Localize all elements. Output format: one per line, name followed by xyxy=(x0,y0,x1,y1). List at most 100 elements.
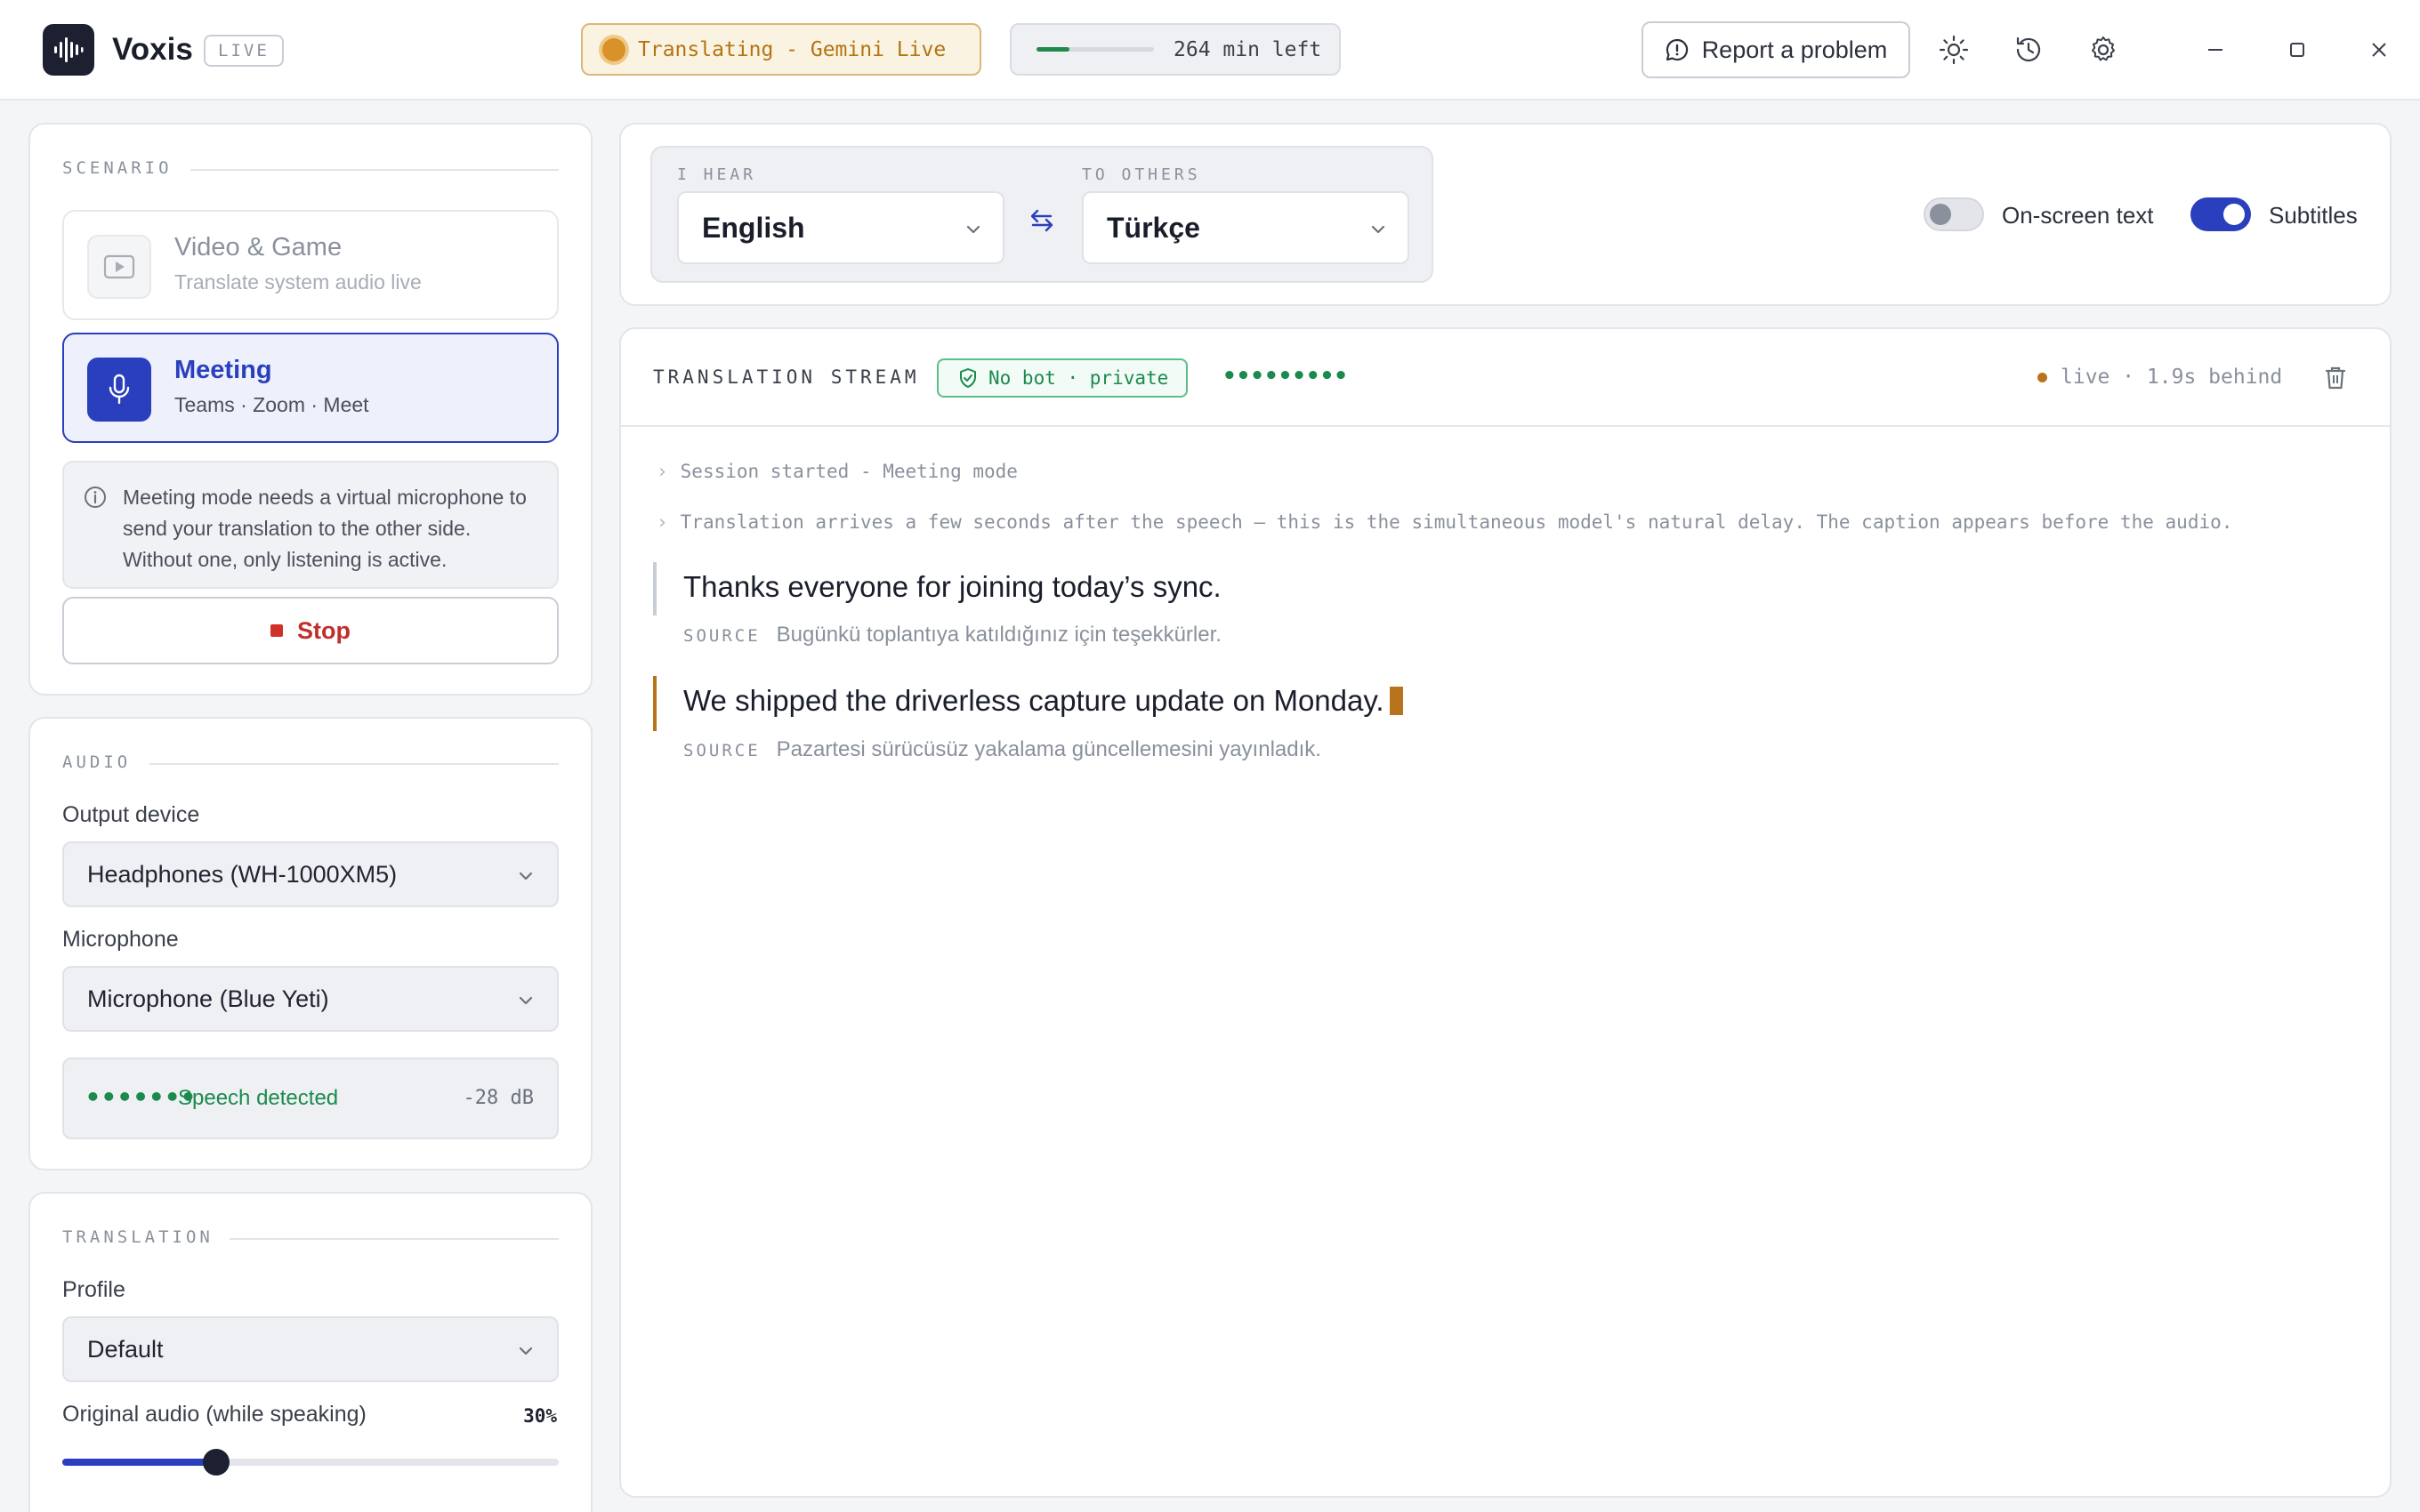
clear-stream-button[interactable] xyxy=(2319,361,2352,395)
source-text: Pazartesi sürücüsüz yakalama güncellemes… xyxy=(776,737,1321,761)
chevron-right-icon: › xyxy=(657,511,668,533)
original-audio-slider[interactable] xyxy=(62,1449,559,1476)
mic-db-readout: -28 dB xyxy=(463,1087,534,1109)
target-language-select[interactable]: Türkçe xyxy=(1082,191,1409,264)
language-card: I HEAR English TO OTHERS Türkçe On-scree… xyxy=(619,123,2392,306)
waveform-icon xyxy=(54,37,84,62)
chevron-down-icon xyxy=(519,996,533,1005)
sun-icon xyxy=(1939,35,1969,65)
translation-entry-text: Thanks everyone for joining today’s sync… xyxy=(683,570,1222,603)
i-hear-label: I HEAR xyxy=(677,165,757,184)
source-language-select[interactable]: English xyxy=(677,191,1004,264)
stop-icon xyxy=(270,624,283,637)
info-icon xyxy=(85,487,106,508)
app-logo xyxy=(43,24,94,76)
output-device-value: Headphones (WH-1000XM5) xyxy=(87,860,398,888)
minutes-remaining: 264 min left xyxy=(1010,23,1341,76)
session-status-text: Translating - Gemini Live xyxy=(638,37,947,61)
language-pair: I HEAR English TO OTHERS Türkçe xyxy=(650,146,1433,283)
profile-select[interactable]: Default xyxy=(62,1316,559,1382)
history-icon xyxy=(2016,36,2041,62)
translation-entry-source: SOURCE Pazartesi sürücüsüz yakalama günce… xyxy=(683,737,1321,762)
translation-heading: TRANSLATION xyxy=(62,1227,214,1247)
slider-thumb[interactable] xyxy=(202,1449,230,1476)
stop-label: Stop xyxy=(297,616,351,644)
chevron-down-icon xyxy=(966,225,980,234)
swap-icon xyxy=(1030,209,1053,232)
swap-languages-button[interactable] xyxy=(1020,199,1063,242)
scenario-heading: SCENARIO xyxy=(62,158,173,178)
close-icon xyxy=(2372,43,2386,57)
microphone-label: Microphone xyxy=(62,927,179,952)
scenario-meeting[interactable]: Meeting Teams · Zoom · Meet xyxy=(62,333,559,443)
microphone-icon xyxy=(109,374,130,405)
output-device-select[interactable]: Headphones (WH-1000XM5) xyxy=(62,841,559,907)
subtitles-label: Subtitles xyxy=(2269,202,2358,229)
onscreen-text-label: On-screen text xyxy=(2002,202,2154,229)
stream-header: TRANSLATION STREAM No bot · private ••••… xyxy=(621,329,2390,427)
onscreen-text-toggle[interactable] xyxy=(1924,197,1984,231)
system-message-text: Session started - Meeting mode xyxy=(680,461,1018,482)
chevron-down-icon xyxy=(519,1347,533,1355)
status-dot-icon xyxy=(602,37,625,61)
stop-button[interactable]: Stop xyxy=(62,597,559,664)
session-status: Translating - Gemini Live xyxy=(581,23,981,76)
chevron-down-icon xyxy=(1371,225,1385,234)
divider xyxy=(190,169,559,171)
video-icon xyxy=(103,254,135,279)
translation-card: TRANSLATION Profile Default Original aud… xyxy=(28,1192,593,1512)
live-badge: LIVE xyxy=(204,35,284,67)
scenario-mic-icon-box xyxy=(87,358,151,422)
meeting-info-box: Meeting mode needs a virtual microphone … xyxy=(62,461,559,589)
system-message: › Translation arrives a few seconds after… xyxy=(657,511,2232,533)
meeting-info-text: Meeting mode needs a virtual microphone … xyxy=(123,486,527,571)
minutes-remaining-text: 264 min left xyxy=(1174,37,1322,61)
microphone-value: Microphone (Blue Yeti) xyxy=(87,985,329,1012)
shield-check-icon xyxy=(960,368,976,388)
divider xyxy=(230,1238,559,1240)
stream-activity-dots: ••••••••• xyxy=(1222,363,1348,390)
subtitles-toggle[interactable] xyxy=(2190,197,2251,231)
history-button[interactable] xyxy=(2009,30,2048,69)
profile-value: Default xyxy=(87,1335,164,1363)
output-device-label: Output device xyxy=(62,802,200,827)
microphone-select[interactable]: Microphone (Blue Yeti) xyxy=(62,966,559,1032)
maximize-icon xyxy=(2290,43,2304,57)
latency-status: live · 1.9s behind xyxy=(2061,366,2283,389)
privacy-badge-label: No bot · private xyxy=(988,367,1169,389)
toggle-knob xyxy=(2223,204,2245,225)
settings-button[interactable] xyxy=(2084,30,2123,69)
minimize-button[interactable] xyxy=(2196,30,2235,69)
scenario-subtitle: Translate system audio live xyxy=(174,270,422,294)
theme-toggle-button[interactable] xyxy=(1934,30,1973,69)
minimize-icon xyxy=(2208,49,2222,51)
chevron-right-icon: › xyxy=(657,461,668,482)
audio-heading: AUDIO xyxy=(62,752,132,772)
translation-entry-source: SOURCE Bugünkü toplantıya katıldığınız iç… xyxy=(683,623,1222,647)
to-others-label: TO OTHERS xyxy=(1082,165,1201,184)
close-button[interactable] xyxy=(2360,30,2399,69)
source-language-value: English xyxy=(702,211,805,244)
app-name: Voxis xyxy=(112,32,193,67)
maximize-button[interactable] xyxy=(2278,30,2317,69)
slider-fill xyxy=(62,1459,216,1466)
report-problem-button[interactable]: Report a problem xyxy=(1642,21,1910,78)
scenario-title: Video & Game xyxy=(174,233,343,261)
scenario-subtitle: Teams · Zoom · Meet xyxy=(174,393,369,416)
target-language-value: Türkçe xyxy=(1107,211,1200,244)
system-message-text: Translation arrives a few seconds after … xyxy=(680,511,2233,533)
translation-stream-card: TRANSLATION STREAM No bot · private ••••… xyxy=(619,327,2392,1498)
trash-icon xyxy=(2325,366,2346,390)
profile-label: Profile xyxy=(62,1277,125,1302)
privacy-badge: No bot · private xyxy=(937,358,1189,398)
stream-title: TRANSLATION STREAM xyxy=(653,366,920,388)
scenario-card: SCENARIO Video & Game Translate system a… xyxy=(28,123,593,696)
entry-marker-active xyxy=(653,676,657,731)
minutes-progress-fill xyxy=(1037,47,1069,52)
entry-marker xyxy=(653,562,657,615)
original-audio-label: Original audio (while speaking) xyxy=(62,1402,367,1427)
scenario-video-game[interactable]: Video & Game Translate system audio live xyxy=(62,210,559,320)
report-problem-label: Report a problem xyxy=(1701,36,1888,63)
scenario-video-icon-box xyxy=(87,235,151,299)
live-dot-icon xyxy=(2037,373,2047,382)
